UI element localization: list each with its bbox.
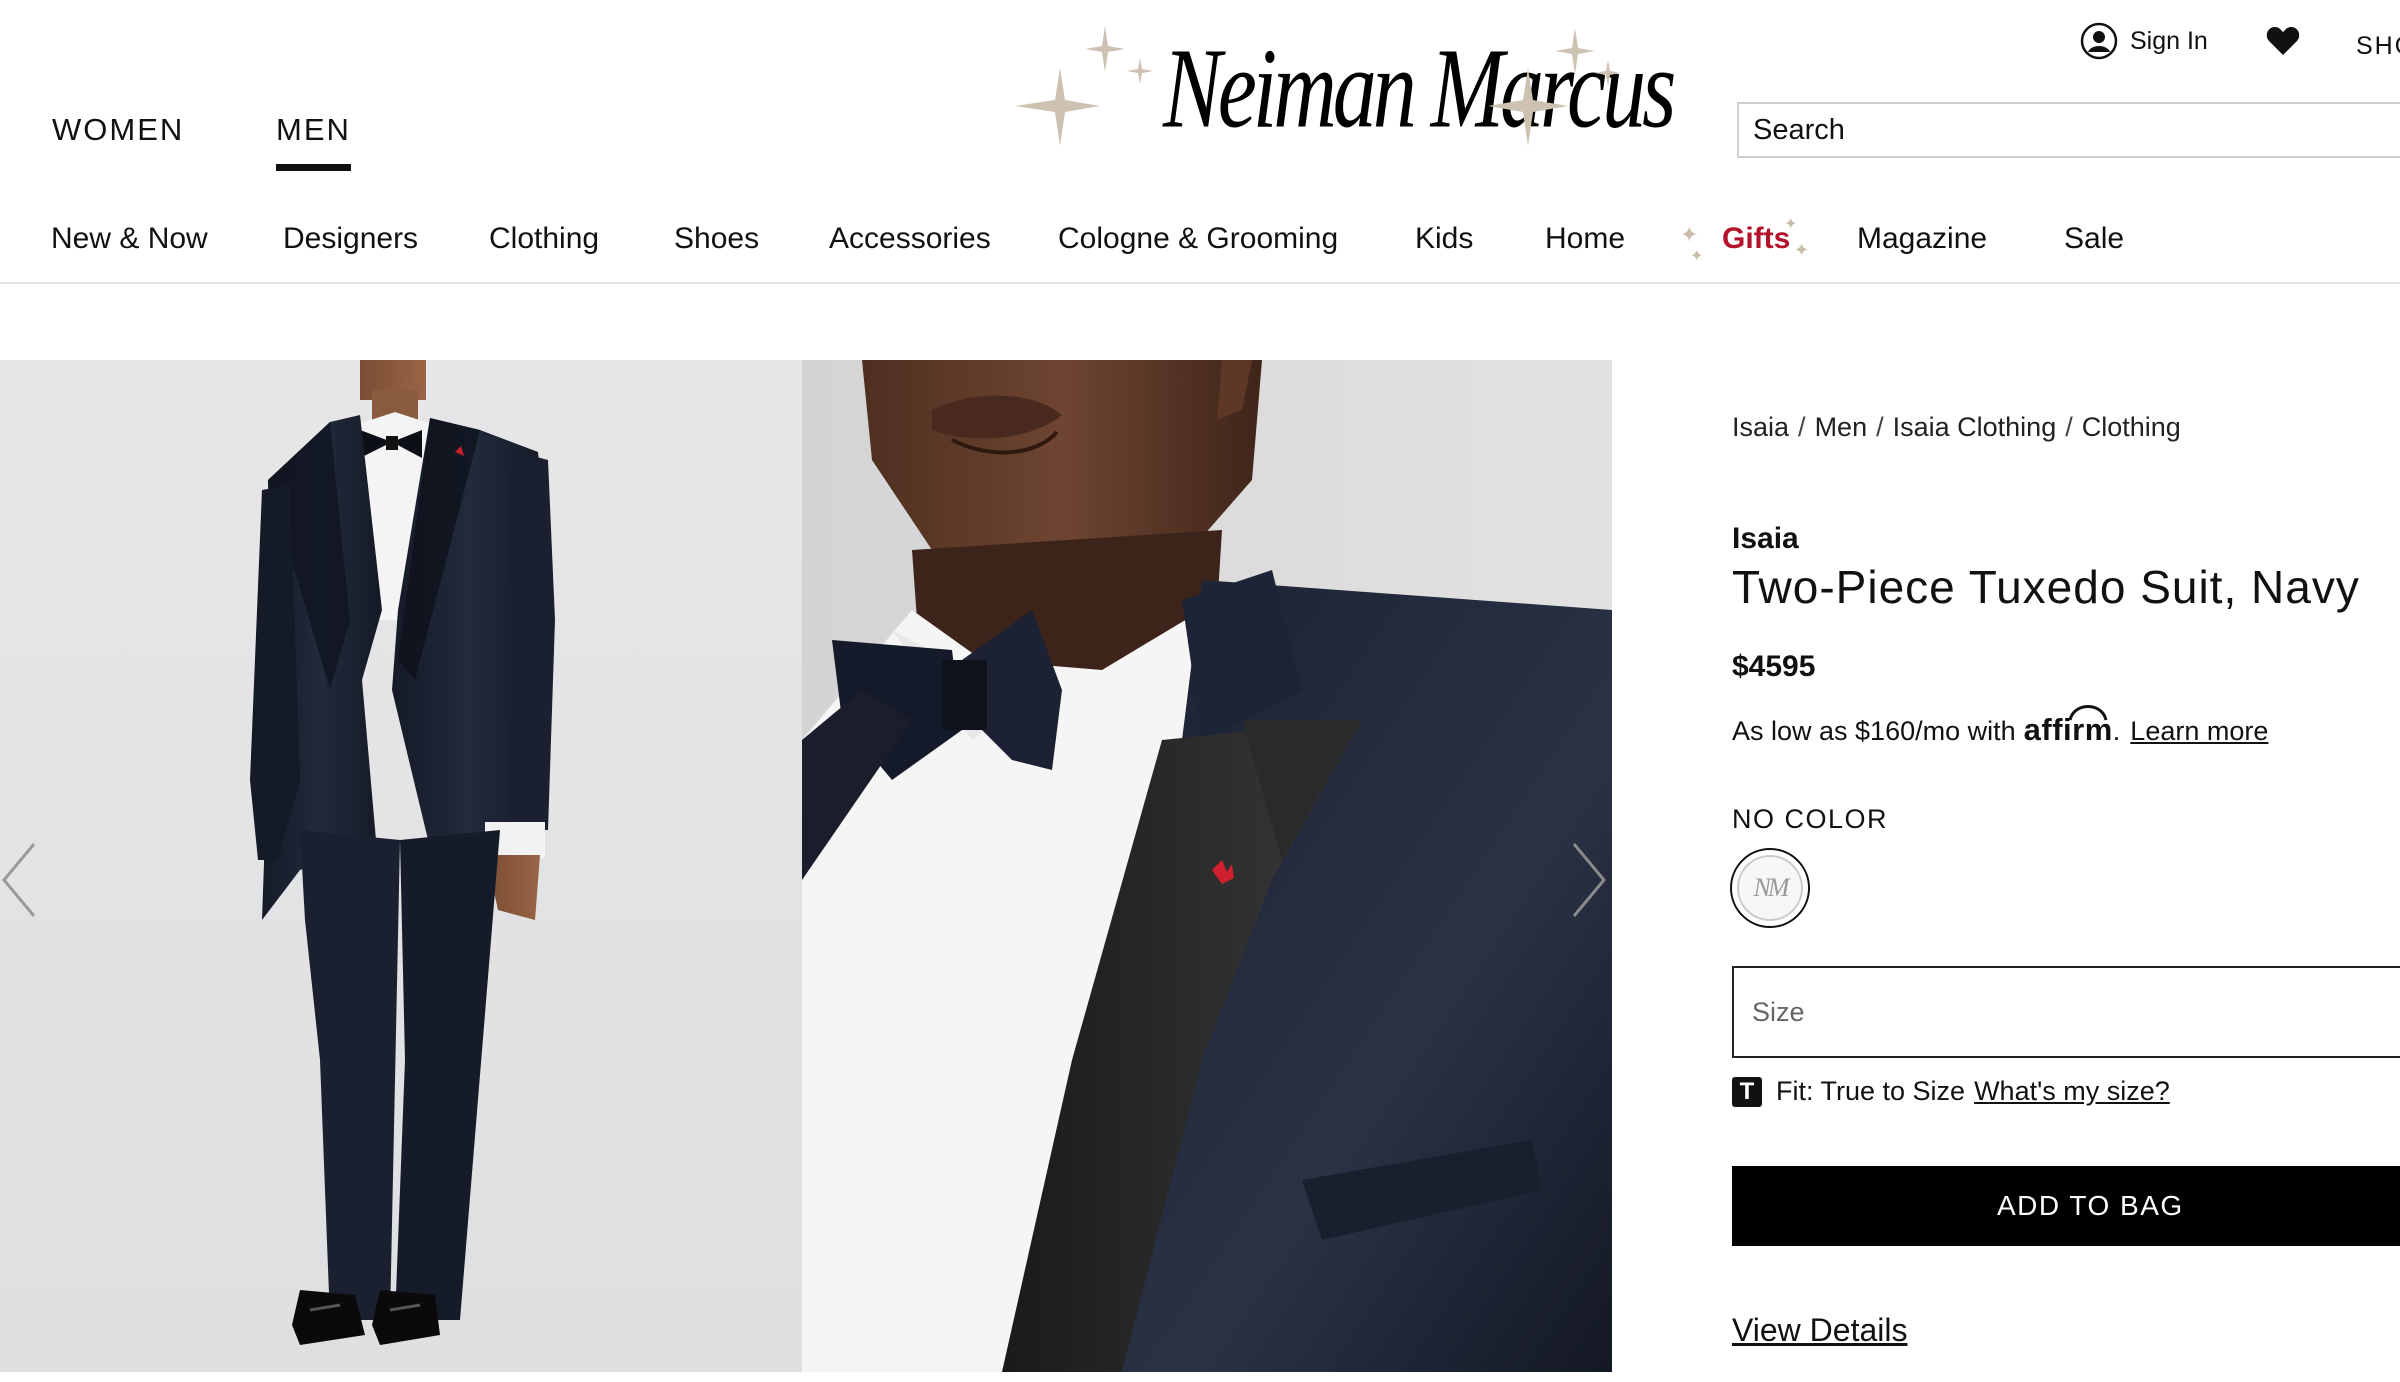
search-input[interactable] bbox=[1753, 113, 2400, 147]
shopping-bag-link[interactable]: SHOP bbox=[2356, 32, 2400, 61]
whats-my-size-link[interactable]: What's my size? bbox=[1974, 1076, 2170, 1107]
nav-gifts[interactable]: Gifts bbox=[1722, 222, 1790, 256]
color-swatch-selected[interactable]: NM bbox=[1730, 848, 1810, 928]
view-details-link[interactable]: View Details bbox=[1732, 1312, 1907, 1349]
gifts-sparkle-icon: ✦ bbox=[1680, 222, 1699, 247]
affirm-arc-icon bbox=[2068, 705, 2108, 721]
product-brand[interactable]: Isaia bbox=[1732, 522, 1799, 556]
nav-men-label: MEN bbox=[276, 112, 351, 147]
fit-info: T Fit: True to Size What's my size? bbox=[1732, 1076, 2170, 1107]
size-dropdown[interactable]: Size bbox=[1732, 966, 2400, 1058]
fit-text: Fit: True to Size bbox=[1776, 1076, 1966, 1106]
affirm-prefix-text: As low as $160/mo with bbox=[1732, 716, 2016, 746]
nav-kids[interactable]: Kids bbox=[1415, 222, 1473, 256]
nav-men[interactable]: MEN bbox=[276, 112, 351, 171]
sign-in-label: Sign In bbox=[2130, 26, 2208, 55]
active-gender-underline bbox=[276, 164, 351, 171]
breadcrumb-item[interactable]: Isaia bbox=[1732, 412, 1789, 442]
site-logo[interactable]: Neiman Marcus bbox=[1005, 18, 1676, 153]
search-box[interactable] bbox=[1737, 102, 2400, 158]
product-image-full-length[interactable] bbox=[0, 360, 802, 1372]
nav-home[interactable]: Home bbox=[1545, 222, 1625, 256]
breadcrumb: Isaia / Men / Isaia Clothing / Clothing bbox=[1732, 412, 2181, 443]
product-price: $4595 bbox=[1732, 650, 1816, 683]
lapel-closeup-illustration bbox=[802, 360, 1612, 1372]
breadcrumb-item[interactable]: Men bbox=[1815, 412, 1868, 442]
affirm-logo: affirm bbox=[2024, 705, 2113, 748]
gifts-sparkle-icon: ✦ bbox=[1690, 248, 1704, 265]
product-title: Two-Piece Tuxedo Suit, Navy bbox=[1732, 561, 2360, 613]
sign-in-link[interactable]: Sign In bbox=[2080, 22, 2208, 60]
category-nav: New & Now Designers Clothing Shoes Acces… bbox=[0, 216, 2400, 272]
nav-shoes[interactable]: Shoes bbox=[674, 222, 759, 256]
nav-designers[interactable]: Designers bbox=[283, 222, 418, 256]
breadcrumb-separator: / bbox=[1798, 412, 1806, 442]
nav-clothing[interactable]: Clothing bbox=[489, 222, 599, 256]
affirm-period: . bbox=[2112, 716, 2121, 746]
product-image-lapel-closeup[interactable] bbox=[802, 360, 1612, 1372]
true-fit-badge-icon: T bbox=[1732, 1076, 1762, 1107]
affirm-learn-more-link[interactable]: Learn more bbox=[2130, 716, 2268, 747]
product-image-gallery bbox=[0, 360, 1612, 1372]
nav-cologne-grooming[interactable]: Cologne & Grooming bbox=[1058, 222, 1338, 256]
nav-new-now[interactable]: New & Now bbox=[51, 222, 208, 256]
full-length-model-illustration bbox=[250, 360, 555, 1345]
gallery-previous-arrow-icon[interactable] bbox=[0, 830, 50, 930]
nav-sale[interactable]: Sale bbox=[2064, 222, 2124, 256]
swatch-monogram: NM bbox=[1737, 855, 1803, 921]
breadcrumb-separator: / bbox=[2065, 412, 2073, 442]
breadcrumb-item[interactable]: Clothing bbox=[2082, 412, 2181, 442]
account-icon bbox=[2080, 22, 2118, 60]
favorites-heart-icon[interactable] bbox=[2266, 26, 2300, 56]
sparkle-right-icon bbox=[1488, 28, 1621, 146]
add-to-bag-button[interactable]: ADD TO BAG bbox=[1732, 1166, 2400, 1246]
sparkle-left-icon bbox=[1015, 26, 1153, 146]
size-placeholder: Size bbox=[1752, 996, 1805, 1027]
nav-women[interactable]: WOMEN bbox=[52, 112, 184, 148]
nav-accessories[interactable]: Accessories bbox=[829, 222, 991, 256]
breadcrumb-separator: / bbox=[1876, 412, 1884, 442]
breadcrumb-item[interactable]: Isaia Clothing bbox=[1893, 412, 2057, 442]
site-header: WOMEN MEN Neiman Marcus Sign In SHOP bbox=[0, 0, 2400, 284]
gifts-sparkle-icon: ✦ bbox=[1794, 240, 1810, 260]
affirm-financing-line: As low as $160/mo with affirm . Learn mo… bbox=[1732, 705, 2268, 748]
gallery-next-arrow-icon[interactable] bbox=[1560, 830, 1610, 930]
nav-magazine[interactable]: Magazine bbox=[1857, 222, 1987, 256]
color-label: NO COLOR bbox=[1732, 804, 1889, 834]
